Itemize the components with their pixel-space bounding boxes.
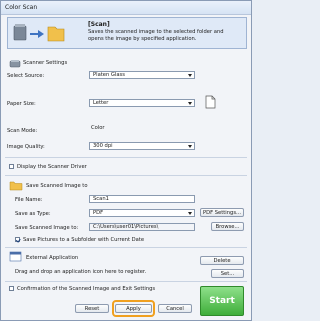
chevron-down-icon [188, 102, 192, 105]
chevron-down-icon [188, 145, 192, 148]
save-type-dropdown[interactable]: PDF [89, 209, 195, 217]
display-driver-checkbox[interactable] [9, 164, 14, 169]
paper-size-dropdown[interactable]: Letter [89, 99, 195, 107]
header-title: [Scan] [88, 21, 110, 28]
browse-button[interactable]: Browse... [211, 222, 244, 231]
save-image-heading: Save Scanned Image to [26, 183, 88, 189]
scan-to-folder-icon [13, 24, 65, 42]
save-to-label: Save Scanned Image to: [15, 225, 79, 231]
external-app-instruction: Drag and drop an application icon here t… [15, 269, 147, 275]
apply-button[interactable]: Apply [115, 304, 152, 313]
application-window-icon [9, 251, 22, 262]
select-source-label: Select Source: [7, 73, 45, 79]
confirmation-label: Confirmation of the Scanned Image and Ex… [17, 286, 156, 292]
divider [5, 281, 247, 282]
color-scan-window: Color Scan [Scan] Saves the scanned imag… [0, 0, 252, 321]
select-source-dropdown[interactable]: Platen Glass [89, 71, 195, 79]
scan-mode-label: Scan Mode: [7, 128, 38, 134]
pdf-settings-button[interactable]: PDF Settings... [200, 208, 244, 217]
start-button[interactable]: Start [200, 286, 244, 316]
paper-size-label: Paper Size: [7, 101, 36, 107]
scanner-icon [9, 60, 21, 68]
window-title: Color Scan [5, 4, 38, 11]
divider [5, 157, 247, 158]
image-quality-label: Image Quality: [7, 144, 45, 150]
scan-mode-value: Color [91, 125, 105, 131]
save-type-value: PDF [93, 210, 104, 216]
cancel-button[interactable]: Cancel [158, 304, 192, 313]
delete-button[interactable]: Delete [200, 256, 244, 265]
image-quality-value: 300 dpi [93, 143, 113, 149]
chevron-down-icon [188, 212, 192, 215]
subfolder-label: Save Pictures to a Subfolder with Curren… [23, 237, 145, 243]
select-source-value: Platen Glass [93, 72, 125, 78]
file-name-label: File Name: [15, 197, 43, 203]
file-name-field[interactable]: Scan1 [89, 195, 195, 203]
scanner-settings-heading: Scanner Settings [23, 60, 68, 66]
external-app-heading: External Application [26, 255, 79, 261]
paper-orientation-icon [205, 95, 216, 109]
folder-icon [9, 181, 23, 191]
save-location-field[interactable]: C:\Users\user01\Pictures\ [89, 223, 195, 231]
header-description: Saves the scanned image to the selected … [88, 29, 224, 42]
chevron-down-icon [188, 74, 192, 77]
paper-size-value: Letter [93, 100, 109, 106]
image-quality-dropdown[interactable]: 300 dpi [89, 142, 195, 150]
scan-header: [Scan] Saves the scanned image to the se… [7, 17, 247, 49]
title-bar: Color Scan [1, 1, 251, 15]
divider [5, 175, 247, 176]
set-button[interactable]: Set... [211, 269, 244, 278]
reset-button[interactable]: Reset [75, 304, 109, 313]
subfolder-checkbox[interactable] [15, 237, 20, 242]
confirmation-checkbox[interactable] [9, 286, 14, 291]
display-driver-label: Display the Scanner Driver [17, 164, 87, 170]
divider [5, 247, 247, 248]
save-type-label: Save as Type: [15, 211, 51, 217]
